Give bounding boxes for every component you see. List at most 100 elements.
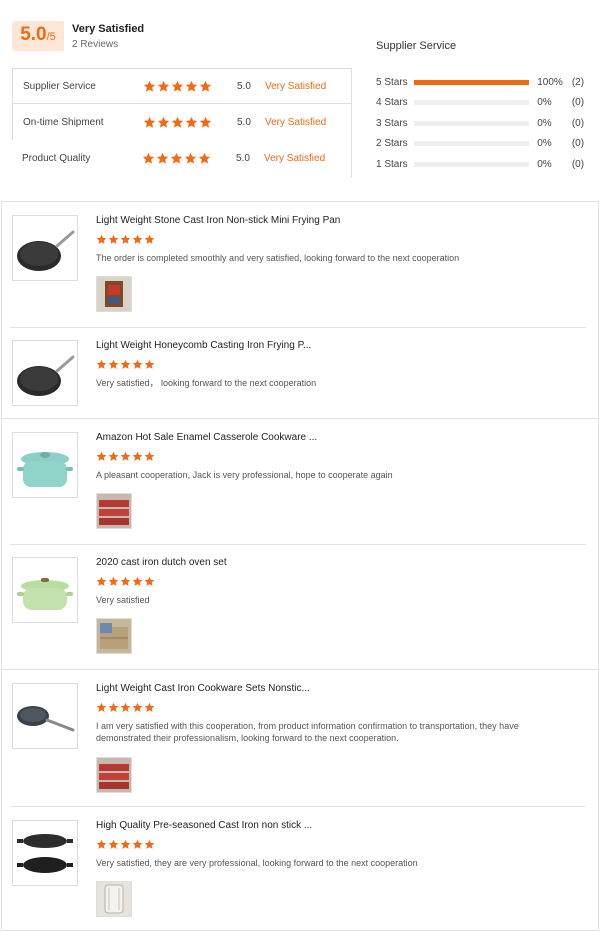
star-icon xyxy=(108,576,119,587)
carton-photo-icon[interactable] xyxy=(96,618,132,654)
review-item: Light Weight Stone Cast Iron Non-stick M… xyxy=(0,202,598,327)
bar-percent: 0% xyxy=(537,158,552,170)
star-icon xyxy=(96,702,107,713)
red-pots-photo-icon[interactable] xyxy=(96,493,132,529)
star-icon xyxy=(156,152,169,165)
review-stars xyxy=(96,576,155,587)
star-icon xyxy=(198,152,211,165)
score-max: /5 xyxy=(46,31,56,43)
star-icon xyxy=(185,116,198,129)
star-icon xyxy=(120,576,131,587)
rating-score: 5.0 xyxy=(237,80,251,92)
rating-text: Very Satisfied xyxy=(264,152,326,164)
star-icon xyxy=(144,234,155,245)
review-comment: The order is completed smoothly and very… xyxy=(96,253,460,263)
star-icon xyxy=(108,451,119,462)
review-stars xyxy=(96,702,155,713)
star-icon xyxy=(185,80,198,93)
griddle-pans-icon[interactable] xyxy=(12,820,78,886)
bar-count: (0) xyxy=(571,138,585,150)
review-comment: A pleasant cooperation, Jack is very pro… xyxy=(96,470,393,480)
star-bar-row: 1 Stars 0% (0) xyxy=(376,154,591,175)
frying-pan-icon[interactable] xyxy=(12,215,78,281)
bar-label: 3 Stars xyxy=(376,117,408,129)
rating-score: 5.0 xyxy=(237,116,251,128)
rating-row: Supplier Service 5.0 Very Satisfied xyxy=(12,68,351,104)
bar-track xyxy=(414,100,530,106)
star-icon xyxy=(120,839,131,850)
review-comment: I am very satisfied with this cooperatio… xyxy=(96,721,519,743)
bar-label: 1 Stars xyxy=(376,158,408,170)
ratings-table: Supplier Service 5.0 Very Satisfied On-time… xyxy=(12,68,352,178)
star-icon xyxy=(96,576,107,587)
skillet-long-icon[interactable] xyxy=(12,683,78,749)
star-bar-row: 2 Stars 0% (0) xyxy=(376,134,591,155)
product-title[interactable]: High Quality Pre-seasoned Cast Iron non … xyxy=(96,820,312,831)
star-icon xyxy=(120,359,131,370)
rating-label: On-time Shipment xyxy=(23,116,104,128)
star-icon xyxy=(132,359,143,370)
rating-score: 5.0 xyxy=(236,152,250,164)
frying-pan-icon[interactable] xyxy=(12,340,78,406)
service-breakdown-title: Supplier Service xyxy=(376,40,457,52)
star-icon xyxy=(142,152,155,165)
bar-percent: 0% xyxy=(537,97,552,109)
wrapped-photo-icon[interactable] xyxy=(96,881,132,917)
bar-percent: 0% xyxy=(537,138,552,150)
bar-percent: 100% xyxy=(537,76,563,88)
star-icon xyxy=(144,359,155,370)
star-icon xyxy=(96,839,107,850)
star-icon xyxy=(120,451,131,462)
review-comment: Very satisfied， looking forward to the n… xyxy=(96,378,317,388)
rating-label: Product Quality xyxy=(22,152,91,164)
product-title[interactable]: Light Weight Honeycomb Casting Iron Fryi… xyxy=(96,340,311,351)
star-icon xyxy=(108,234,119,245)
bar-count: (0) xyxy=(571,158,585,170)
star-icon xyxy=(144,451,155,462)
bar-track xyxy=(414,79,530,85)
product-title[interactable]: Light Weight Cast Iron Cookware Sets Non… xyxy=(96,683,310,694)
overall-score: 5.0 xyxy=(20,24,47,45)
rating-label: Supplier Service xyxy=(23,80,96,92)
star-icon xyxy=(120,702,131,713)
rating-stars xyxy=(142,152,224,165)
star-icon xyxy=(144,576,155,587)
star-icon xyxy=(132,576,143,587)
product-title[interactable]: Amazon Hot Sale Enamel Casserole Cookwar… xyxy=(96,432,317,443)
star-icon xyxy=(171,80,184,93)
star-icon xyxy=(120,234,131,245)
red-pots-photo-icon[interactable] xyxy=(96,757,132,793)
bar-count: (0) xyxy=(571,117,585,129)
star-icon xyxy=(108,359,119,370)
rating-row: On-time Shipment 5.0 Very Satisfied xyxy=(12,104,351,140)
rating-stars xyxy=(143,80,225,93)
bar-track xyxy=(414,161,530,167)
box-photo-icon[interactable] xyxy=(96,276,132,312)
star-icon xyxy=(96,451,107,462)
rating-text: Very Satisfied xyxy=(265,80,327,92)
star-bar-row: 5 Stars 100% (2) xyxy=(376,72,591,93)
product-title[interactable]: Light Weight Stone Cast Iron Non-stick M… xyxy=(96,215,340,226)
bar-track xyxy=(414,120,530,126)
review-count: 2 Reviews xyxy=(72,39,119,50)
star-icon xyxy=(144,839,155,850)
star-icon xyxy=(132,234,143,245)
casserole-teal-icon[interactable] xyxy=(12,432,78,498)
bar-label: 2 Stars xyxy=(376,138,408,150)
review-stars xyxy=(96,359,155,370)
bar-label: 5 Stars xyxy=(376,76,408,88)
product-title[interactable]: 2020 cast iron dutch oven set xyxy=(96,557,227,568)
star-icon xyxy=(96,359,107,370)
star-icon xyxy=(144,702,155,713)
star-icon xyxy=(143,116,156,129)
score-badge: 5.0 /5 xyxy=(12,21,64,51)
rating-stars xyxy=(143,116,225,129)
star-icon xyxy=(108,702,119,713)
dutch-oven-green-icon[interactable] xyxy=(12,557,78,623)
review-item: Light Weight Honeycomb Casting Iron Fryi… xyxy=(0,327,598,418)
rating-text: Very Satisfied xyxy=(265,116,327,128)
review-stars xyxy=(96,839,155,850)
star-icon xyxy=(157,80,170,93)
star-icon xyxy=(171,116,184,129)
rating-row: Product Quality 5.0 Very Satisfied xyxy=(12,140,351,176)
